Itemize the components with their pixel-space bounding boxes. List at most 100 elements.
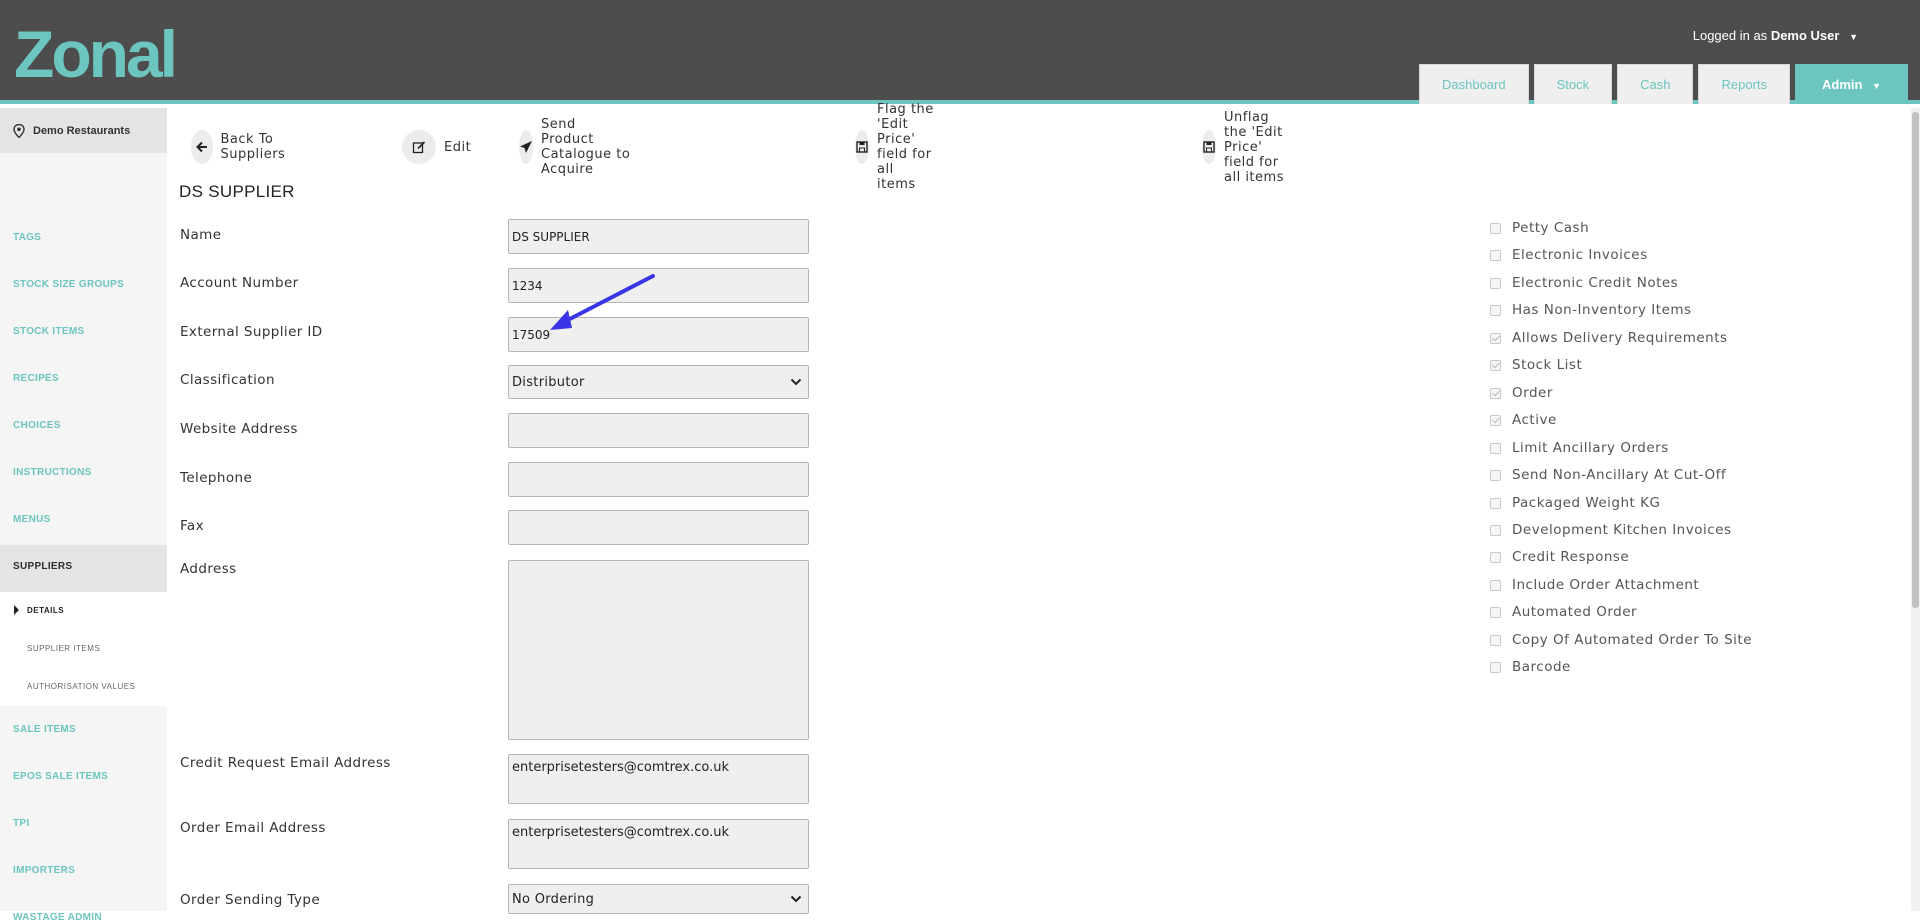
scrollbar-thumb[interactable] [1912,112,1919,608]
nav-stock[interactable]: Stock [1533,64,1613,104]
flag-edit-price-button[interactable]: Flag the 'Edit Price' field for all item… [855,102,936,192]
checkbox-box[interactable] [1490,497,1501,509]
checkbox-box[interactable] [1490,359,1501,371]
caret-down-icon: ▼ [1872,81,1881,91]
checkbox-allows-delivery-requirements[interactable]: Allows Delivery Requirements [1490,330,1728,346]
save-icon [855,130,869,164]
checkbox-copy-automated-order[interactable]: Copy Of Automated Order To Site [1490,632,1752,648]
sidebar-item-stock-items[interactable]: STOCK ITEMS [13,326,84,337]
sidebar-item-recipes[interactable]: RECIPES [13,373,59,384]
save-icon [1202,130,1216,164]
nav-admin[interactable]: Admin ▼ [1795,64,1908,104]
checkbox-label: Electronic Credit Notes [1512,275,1679,291]
nav-dashboard[interactable]: Dashboard [1418,64,1529,104]
sidebar-item-menus[interactable]: MENUS [13,514,51,525]
telephone-input[interactable] [508,462,809,497]
sidebar-item-stock-size-groups[interactable]: STOCK SIZE GROUPS [13,279,124,290]
name-label: Name [180,227,222,243]
checkbox-box[interactable] [1490,579,1501,591]
fax-input[interactable] [508,510,809,545]
edit-button[interactable]: Edit [402,130,471,164]
sidebar-sub-details[interactable]: DETAILS [27,606,64,615]
address-label: Address [180,561,237,577]
checkbox-credit-response[interactable]: Credit Response [1490,549,1629,565]
checkbox-box[interactable] [1490,387,1501,399]
sidebar-item-importers[interactable]: IMPORTERS [13,865,75,876]
checkbox-label: Limit Ancillary Orders [1512,440,1669,456]
sidebar-item-tags[interactable]: TAGS [13,232,41,243]
nav-reports[interactable]: Reports [1698,64,1790,104]
checkbox-active[interactable]: Active [1490,412,1557,428]
sidebar-item-wastage-admin[interactable]: WASTAGE ADMIN [13,912,102,923]
sidebar-sub-supplier-items[interactable]: SUPPLIER ITEMS [27,644,100,653]
sidebar-item-instructions[interactable]: INSTRUCTIONS [13,467,92,478]
checkbox-box[interactable] [1490,442,1501,454]
checkbox-box[interactable] [1490,304,1501,316]
classification-label: Classification [180,372,275,388]
nav-cash[interactable]: Cash [1617,64,1694,104]
checkbox-box[interactable] [1490,414,1501,426]
sidebar-sub-authorisation-values[interactable]: AUTHORISATION VALUES [27,682,135,691]
checkbox-box[interactable] [1490,661,1501,673]
checkbox-label: Barcode [1512,659,1571,675]
checkbox-box[interactable] [1490,551,1501,563]
unflag-edit-price-button[interactable]: Unflag the 'Edit Price' field for all it… [1202,110,1289,185]
checkbox-electronic-credit-notes[interactable]: Electronic Credit Notes [1490,275,1678,291]
checkbox-development-kitchen-invoices[interactable]: Development Kitchen Invoices [1490,522,1732,538]
caret-down-icon: ▼ [1849,31,1858,42]
external-supplier-id-label: External Supplier ID [180,324,323,340]
checkbox-packaged-weight-kg[interactable]: Packaged Weight KG [1490,495,1660,511]
checkbox-box[interactable] [1490,524,1501,536]
logged-in-prefix: Logged in as [1692,28,1768,43]
checkbox-label: Include Order Attachment [1512,577,1700,593]
checkbox-box[interactable] [1490,606,1501,618]
website-address-input[interactable] [508,413,809,448]
order-sending-type-select[interactable]: No Ordering [508,884,809,914]
checkbox-box[interactable] [1490,222,1501,234]
checkbox-has-non-inventory-items[interactable]: Has Non-Inventory Items [1490,302,1692,318]
address-textarea[interactable] [508,560,809,740]
checkbox-barcode[interactable]: Barcode [1490,659,1571,675]
credit-request-email-input[interactable]: enterprisetesters@comtrex.co.uk [508,754,809,804]
credit-request-email-label: Credit Request Email Address [180,755,391,771]
checkbox-box[interactable] [1490,249,1501,261]
sidebar-item-sale-items[interactable]: SALE ITEMS [13,724,76,735]
chevron-down-icon [790,378,802,386]
checkbox-include-order-attachment[interactable]: Include Order Attachment [1490,577,1699,593]
checkbox-petty-cash[interactable]: Petty Cash [1490,220,1589,236]
name-input[interactable]: DS SUPPLIER [508,219,809,254]
checkbox-box[interactable] [1490,469,1501,481]
checkbox-box[interactable] [1490,634,1501,646]
checkbox-label: Development Kitchen Invoices [1512,522,1732,538]
sidebar-item-tpi[interactable]: TPI [13,818,29,829]
checkbox-label: Credit Response [1512,549,1630,565]
checkbox-automated-order[interactable]: Automated Order [1490,604,1637,620]
site-name: Demo Restaurants [33,124,131,137]
checkbox-box[interactable] [1490,277,1501,289]
back-to-suppliers-button[interactable]: Back To Suppliers [191,130,298,164]
sidebar-item-choices[interactable]: CHOICES [13,420,61,431]
nav-admin-label: Admin [1822,77,1863,92]
checkbox-limit-ancillary-orders[interactable]: Limit Ancillary Orders [1490,440,1669,456]
site-selector[interactable]: Demo Restaurants [0,108,167,153]
checkbox-send-non-ancillary[interactable]: Send Non-Ancillary At Cut-Off [1490,467,1726,483]
website-address-label: Website Address [180,421,298,437]
chevron-down-icon [790,895,802,903]
triangle-right-icon [14,605,19,615]
order-email-input[interactable]: enterprisetesters@comtrex.co.uk [508,819,809,869]
sidebar-item-epos-sale-items[interactable]: EPOS SALE ITEMS [13,771,108,782]
classification-select[interactable]: Distributor [508,365,809,399]
checkbox-label: Automated Order [1512,604,1638,620]
unflag-edit-price-label: Unflag the 'Edit Price' field for all it… [1224,109,1284,185]
order-sending-type-value: No Ordering [512,891,595,907]
sidebar-item-suppliers[interactable]: SUPPLIERS [13,561,72,572]
checkbox-electronic-invoices[interactable]: Electronic Invoices [1490,247,1648,263]
checkbox-order[interactable]: Order [1490,385,1553,401]
user-menu[interactable]: Logged in as Demo User ▼ [1693,28,1858,43]
checkbox-label: Has Non-Inventory Items [1512,302,1692,318]
send-catalogue-label: Send Product Catalogue to Acquire [541,117,631,177]
checkbox-stock-list[interactable]: Stock List [1490,357,1582,373]
send-catalogue-button[interactable]: Send Product Catalogue to Acquire [519,117,632,177]
zonal-logo[interactable]: Zonal [14,17,204,91]
checkbox-box[interactable] [1490,332,1501,344]
